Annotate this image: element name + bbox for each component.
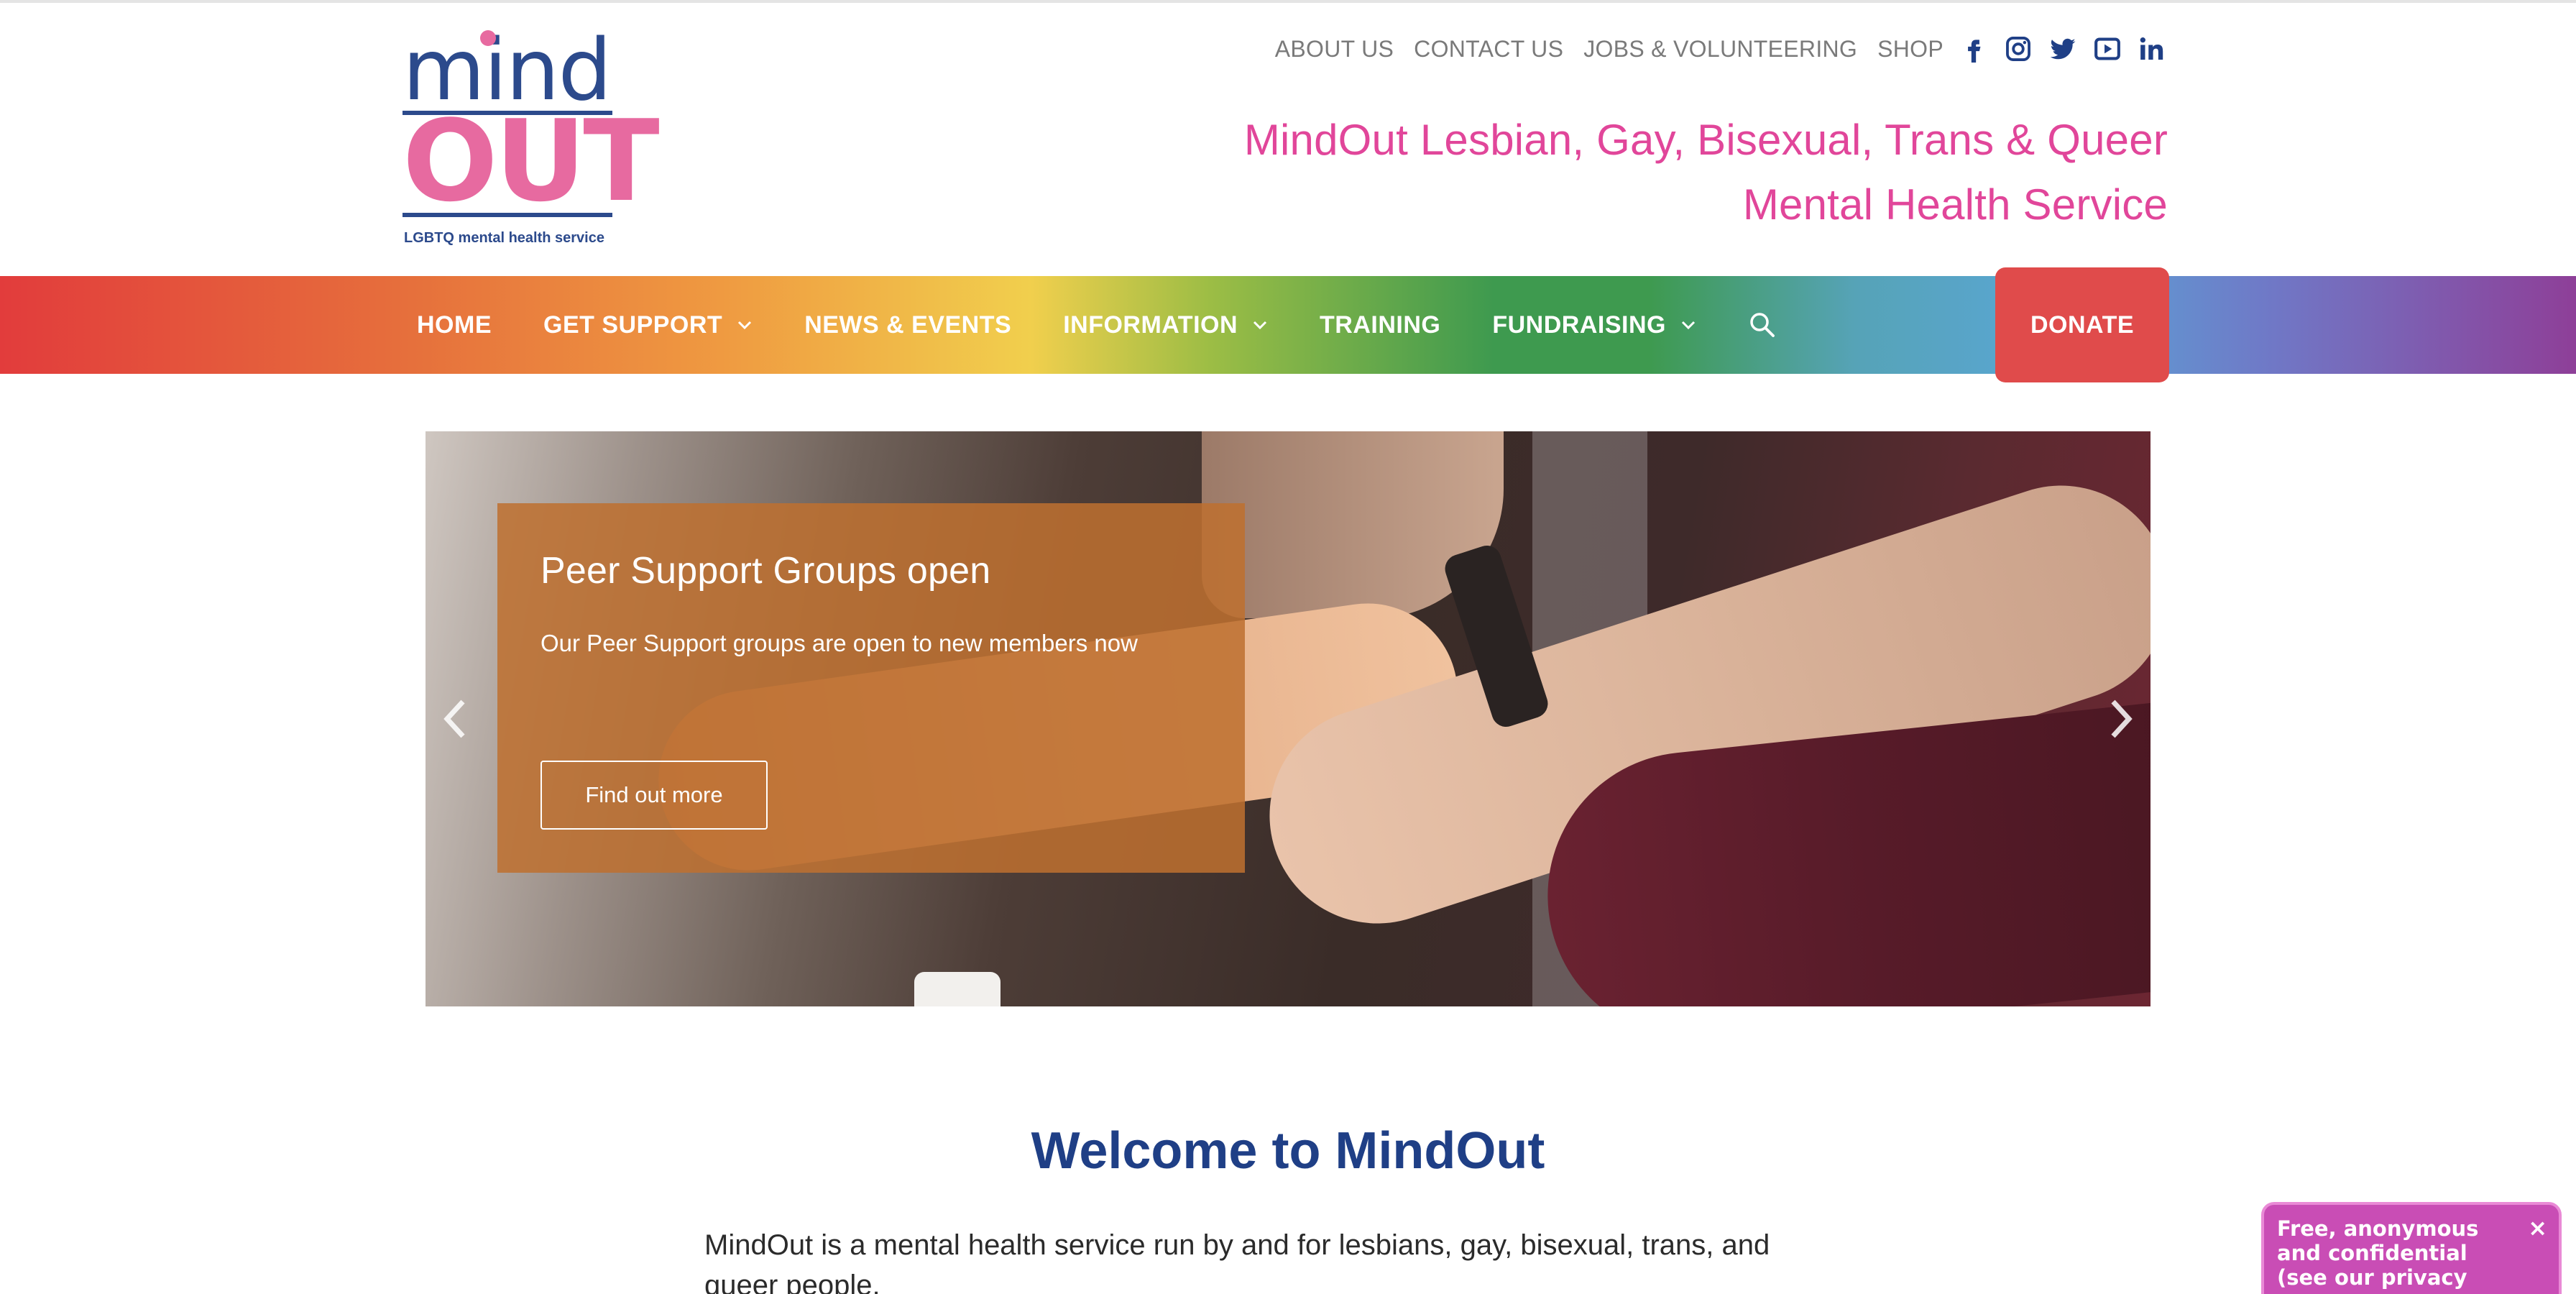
welcome-heading: Welcome to MindOut [1031,1122,1545,1180]
chat-message: Free, anonymous and confidential (see ou… [2277,1216,2479,1290]
logo-word-out: OUT [402,96,660,226]
nav-fundraising-label: FUNDRAISING [1492,311,1666,339]
chevron-down-icon [738,321,752,330]
top-utility-nav: ABOUT US CONTACT US JOBS & VOLUNTEERING … [1255,35,2166,63]
chevron-down-icon [1681,321,1696,330]
hero-title: Peer Support Groups open [540,550,991,592]
service-tagline: MindOut Lesbian, Gay, Bisexual, Trans & … [1244,108,2168,237]
nav-news-events[interactable]: NEWS & EVENTS [804,311,1011,339]
instagram-icon[interactable] [2004,35,2033,63]
top-border [0,0,2576,3]
contact-us-link[interactable]: CONTACT US [1414,36,1563,63]
find-out-more-button[interactable]: Find out more [540,761,768,830]
main-navigation: HOME GET SUPPORT NEWS & EVENTS INFORMATI… [0,276,2576,374]
youtube-icon[interactable] [2093,35,2122,63]
search-icon[interactable] [1748,311,1777,339]
hero-carousel: Peer Support Groups open Our Peer Suppor… [426,431,2150,1006]
hero-subtitle: Our Peer Support groups are open to new … [540,630,1138,656]
logo-line-bottom [402,213,612,217]
nav-training[interactable]: TRAINING [1320,311,1440,339]
chevron-down-icon [1253,321,1267,330]
about-us-link[interactable]: ABOUT US [1275,36,1394,63]
nav-information[interactable]: INFORMATION [1063,311,1268,339]
shop-link[interactable]: SHOP [1877,36,1944,63]
mindout-logo[interactable]: mind OUT LGBTQ mental health service [402,27,660,256]
nav-home[interactable]: HOME [417,311,492,339]
nav-news-events-label: NEWS & EVENTS [804,311,1012,339]
facebook-icon[interactable] [1959,35,1988,63]
nav-get-support-label: GET SUPPORT [543,311,723,339]
close-icon[interactable]: × [2528,1213,2547,1242]
logo-tagline: LGBTQ mental health service [404,230,604,246]
nav-get-support[interactable]: GET SUPPORT [543,311,753,339]
hero-image-cup [914,972,1000,1006]
nav-information-label: INFORMATION [1063,311,1238,339]
tagline-line-1: MindOut Lesbian, Gay, Bisexual, Trans & … [1243,116,2168,164]
hero-caption-panel: Peer Support Groups open Our Peer Suppor… [497,503,1245,873]
nav-fundraising[interactable]: FUNDRAISING [1492,311,1696,339]
nav-home-label: HOME [417,311,492,339]
intro-paragraph: MindOut is a mental health service run b… [704,1229,1770,1294]
donate-button[interactable]: DONATE [1995,267,2169,382]
chat-widget[interactable]: Free, anonymous and confidential (see ou… [2261,1202,2562,1294]
linkedin-icon[interactable] [2138,35,2166,63]
tagline-line-2: Mental Health Service [1742,180,2168,229]
jobs-volunteering-link[interactable]: JOBS & VOLUNTEERING [1583,36,1857,63]
carousel-prev-arrow-icon[interactable] [434,693,477,745]
carousel-next-arrow-icon[interactable] [2099,693,2142,745]
logo-dot [480,30,496,46]
nav-training-label: TRAINING [1320,311,1441,339]
twitter-icon[interactable] [2048,35,2077,63]
